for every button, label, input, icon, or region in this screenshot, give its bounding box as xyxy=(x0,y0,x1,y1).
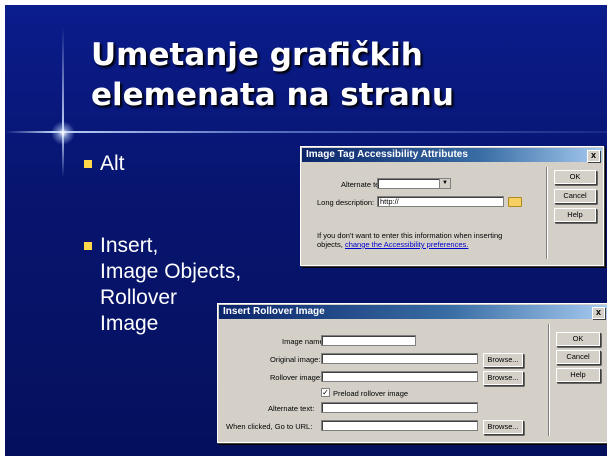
dialog-separator xyxy=(546,167,548,259)
preload-checkbox[interactable]: ✓ xyxy=(321,388,330,397)
preload-label: Preload rollover image xyxy=(333,389,409,398)
url-input[interactable] xyxy=(321,420,478,431)
alternate-text-input[interactable] xyxy=(321,402,478,413)
accessibility-preferences-link[interactable]: change the Accessibility preferences. xyxy=(345,240,468,249)
cancel-button[interactable]: Cancel xyxy=(556,350,600,364)
bullet-text-line-4: Image xyxy=(100,312,159,335)
slide: Umetanje grafičkih elemenata na stranu A… xyxy=(0,0,612,461)
close-icon[interactable]: x xyxy=(592,307,605,319)
rollover-image-input[interactable] xyxy=(321,371,478,382)
browse-url-button[interactable]: Browse... xyxy=(483,420,523,434)
dialog-separator xyxy=(548,324,550,436)
decorative-vertical-line xyxy=(62,27,64,177)
browse-original-button[interactable]: Browse... xyxy=(483,353,523,367)
alternate-text-label: Alternate text: xyxy=(268,404,315,413)
url-label: When clicked, Go to URL: xyxy=(226,422,313,431)
bullet-square-icon xyxy=(84,160,92,168)
long-description-label: Long description: xyxy=(317,198,375,207)
dialog-title: Image Tag Accessibility Attributes xyxy=(306,149,468,160)
long-description-input[interactable]: http:// xyxy=(377,196,504,207)
dialog-titlebar: Insert Rollover Image xyxy=(219,305,607,319)
bullet-square-icon xyxy=(84,242,92,250)
bullet-text-line-3: Rollover xyxy=(100,286,178,309)
decorative-horizontal-line xyxy=(5,131,607,133)
alt-text-dropdown[interactable]: ▼ xyxy=(377,178,451,189)
slide-title: Umetanje grafičkih elemenata na stranu xyxy=(91,35,511,115)
rollover-dialog: Insert Rollover Image x Image name: Orig… xyxy=(217,303,607,443)
bullet-text-line-1: Insert, xyxy=(100,234,159,257)
note-line-2: objects, change the Accessibility prefer… xyxy=(317,240,468,249)
help-button[interactable]: Help xyxy=(556,368,600,382)
chevron-down-icon[interactable]: ▼ xyxy=(439,179,450,188)
image-name-label: Image name: xyxy=(282,337,326,346)
note-prefix: objects, xyxy=(317,240,345,249)
rollover-image-label: Rollover image: xyxy=(270,373,323,382)
folder-icon[interactable] xyxy=(508,197,522,207)
close-icon[interactable]: x xyxy=(587,150,600,162)
slide-panel: Umetanje grafičkih elemenata na stranu A… xyxy=(5,5,607,456)
note-line-1: If you don't want to enter this informat… xyxy=(317,231,503,240)
ok-button[interactable]: OK xyxy=(556,332,600,346)
dialog-titlebar: Image Tag Accessibility Attributes xyxy=(302,148,602,162)
original-image-label: Original image: xyxy=(270,355,321,364)
slide-title-line-1: Umetanje grafičkih xyxy=(91,37,423,73)
accessibility-dialog: Image Tag Accessibility Attributes x Alt… xyxy=(300,146,604,266)
dialog-title: Insert Rollover Image xyxy=(223,306,325,317)
help-button[interactable]: Help xyxy=(554,208,596,222)
bullet-text: Alt xyxy=(100,152,125,175)
original-image-input[interactable] xyxy=(321,353,478,364)
browse-rollover-button[interactable]: Browse... xyxy=(483,371,523,385)
bullet-text-line-2: Image Objects, xyxy=(100,260,242,283)
cancel-button[interactable]: Cancel xyxy=(554,189,596,203)
ok-button[interactable]: OK xyxy=(554,170,596,184)
slide-title-line-2: elemenata na stranu xyxy=(91,77,454,113)
decorative-glow xyxy=(51,121,75,145)
image-name-input[interactable] xyxy=(321,335,416,346)
